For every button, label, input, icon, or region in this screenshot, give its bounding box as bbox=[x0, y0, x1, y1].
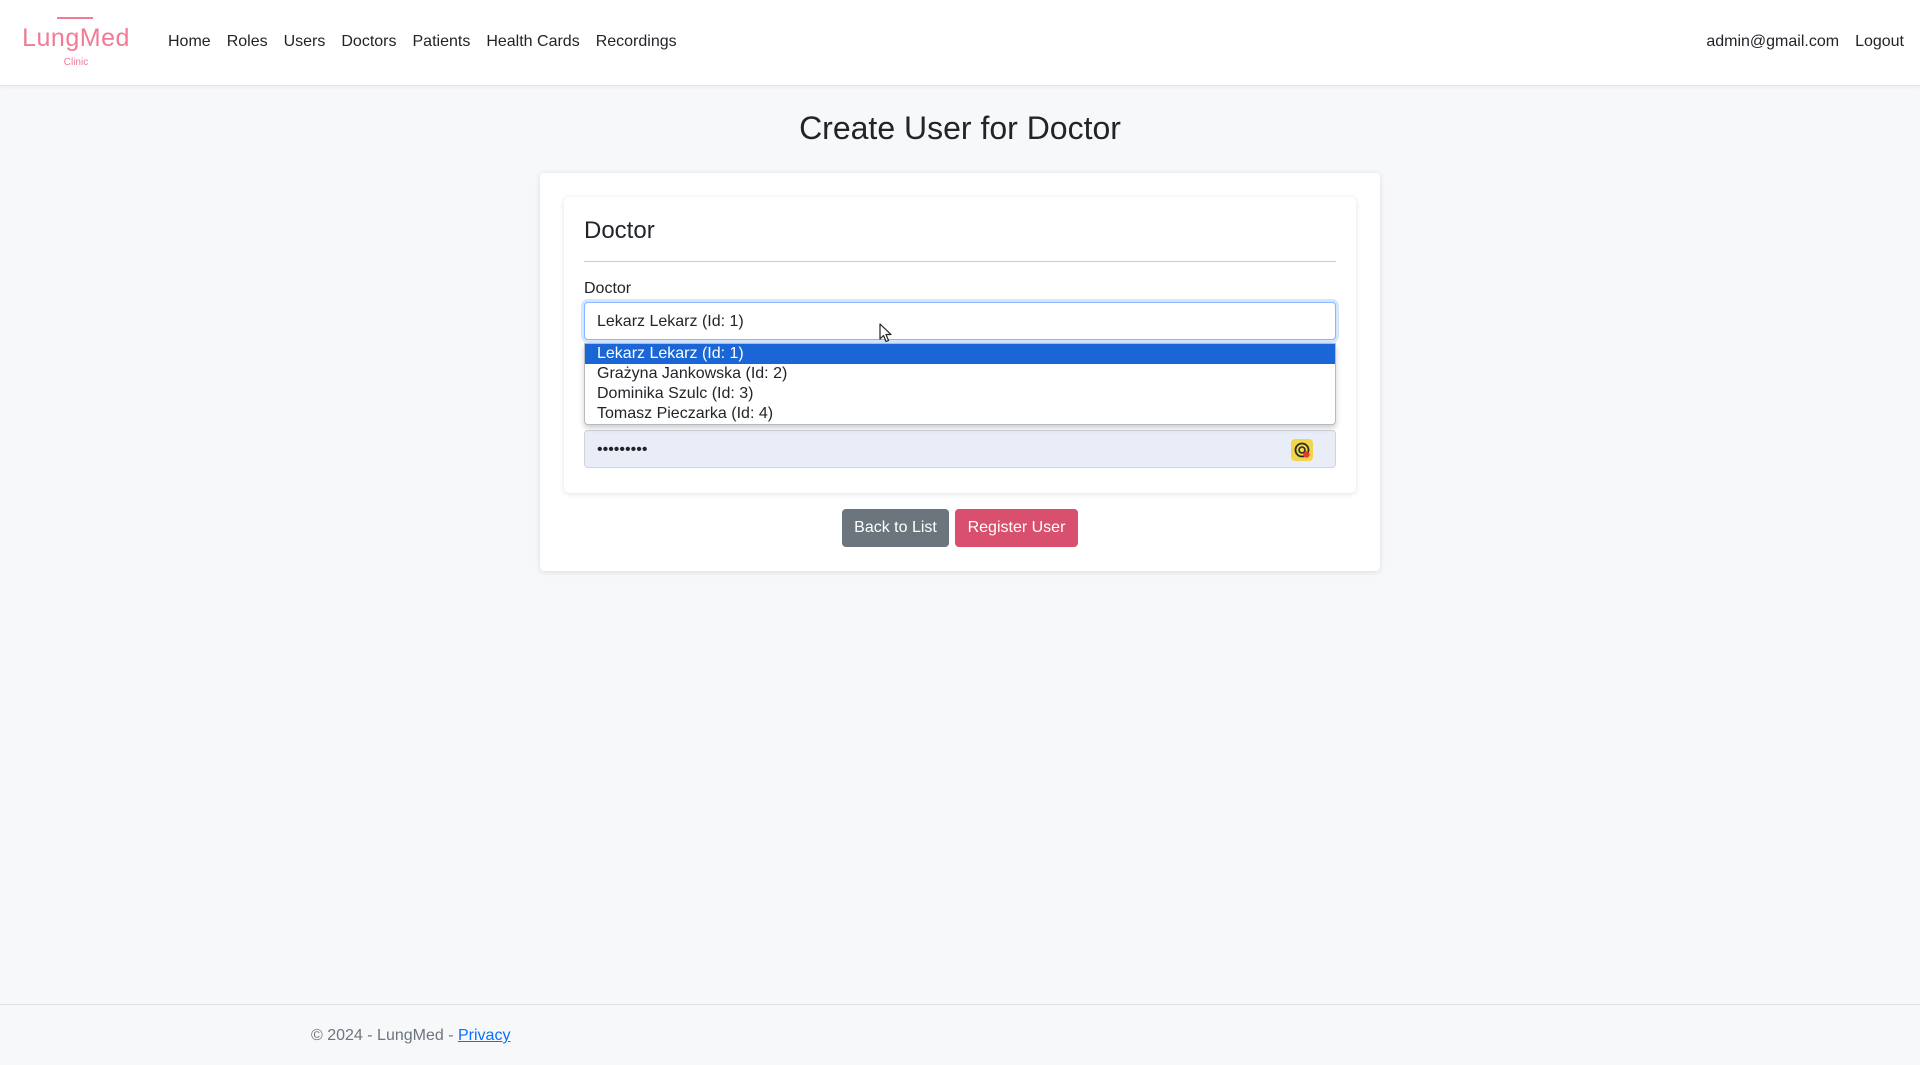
register-user-button[interactable]: Register User bbox=[955, 509, 1078, 547]
brand-line bbox=[57, 17, 93, 19]
nav-health-cards[interactable]: Health Cards bbox=[478, 31, 587, 53]
nav-roles[interactable]: Roles bbox=[219, 31, 276, 53]
section-divider bbox=[584, 261, 1336, 262]
doctor-option[interactable]: Dominika Szulc (Id: 3) bbox=[585, 384, 1335, 404]
section-title: Doctor bbox=[584, 217, 655, 244]
nav-recordings[interactable]: Recordings bbox=[588, 31, 685, 53]
page-title: Create User for Doctor bbox=[799, 110, 1121, 146]
password-input[interactable]: ••••••••• bbox=[584, 430, 1336, 468]
top-navbar: LungMed Clinic Home Roles Users Doctors … bbox=[0, 0, 1920, 86]
nav-links: Home Roles Users Doctors Patients Health… bbox=[160, 31, 685, 53]
doctor-option[interactable]: Tomasz Pieczarka (Id: 4) bbox=[585, 404, 1335, 424]
brand-subtitle: Clinic bbox=[63, 57, 89, 68]
password-manager-icon[interactable] bbox=[1291, 439, 1313, 461]
footer-text: © 2024 - LungMed - Privacy bbox=[311, 1027, 510, 1045]
doctor-option[interactable]: Grażyna Jankowska (Id: 2) bbox=[585, 364, 1335, 384]
nav-doctors[interactable]: Doctors bbox=[333, 31, 404, 53]
brand-name: LungMed bbox=[22, 24, 130, 52]
password-value: ••••••••• bbox=[597, 441, 648, 458]
doctor-options-list: Lekarz Lekarz (Id: 1) Grażyna Jankowska … bbox=[584, 343, 1336, 425]
logout-link[interactable]: Logout bbox=[1847, 31, 1912, 53]
user-email-link[interactable]: admin@gmail.com bbox=[1698, 31, 1847, 53]
nav-home[interactable]: Home bbox=[160, 31, 219, 53]
doctor-select[interactable]: Lekarz Lekarz (Id: 1) bbox=[584, 302, 1336, 340]
nav-patients[interactable]: Patients bbox=[405, 31, 479, 53]
copyright-text: © 2024 - LungMed - bbox=[311, 1027, 458, 1044]
brand-logo[interactable]: LungMed Clinic bbox=[18, 15, 134, 71]
doctor-option[interactable]: Lekarz Lekarz (Id: 1) bbox=[585, 344, 1335, 364]
mouse-cursor-icon bbox=[879, 323, 892, 343]
nav-account: admin@gmail.com Logout bbox=[1698, 31, 1912, 53]
back-to-list-button[interactable]: Back to List bbox=[842, 509, 949, 547]
privacy-link[interactable]: Privacy bbox=[458, 1027, 510, 1044]
footer: © 2024 - LungMed - Privacy bbox=[0, 1004, 1920, 1065]
nav-users[interactable]: Users bbox=[276, 31, 334, 53]
form-actions: Back to List Register User bbox=[540, 509, 1380, 547]
doctor-label: Doctor bbox=[584, 280, 632, 297]
